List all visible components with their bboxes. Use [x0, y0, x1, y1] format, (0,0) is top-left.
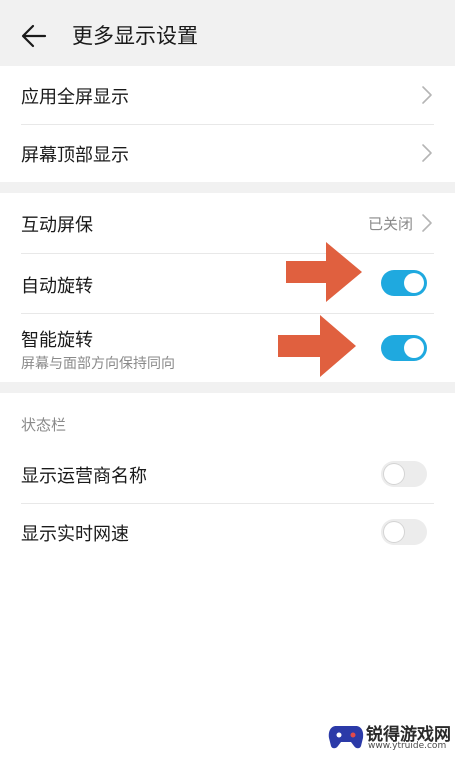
gamepad-logo-icon: [328, 726, 364, 749]
row-label: 显示运营商名称: [21, 466, 147, 487]
network-speed-toggle[interactable]: [381, 519, 427, 545]
row-label: 互动屏保: [21, 215, 93, 236]
row-app-fullscreen[interactable]: 应用全屏显示: [0, 66, 455, 124]
toggle-knob: [384, 464, 404, 484]
screensaver-status-value: 已关闭: [367, 215, 413, 233]
card-status-bar-group: 状态栏 显示运营商名称 显示实时网速: [0, 393, 455, 757]
page-title: 更多显示设置: [72, 24, 198, 48]
back-arrow-icon: [21, 24, 47, 48]
annotation-arrow-icon: [286, 242, 362, 302]
section-label-status-bar: 状态栏: [21, 416, 67, 434]
toggle-knob: [384, 522, 404, 542]
row-interactive-screensaver[interactable]: 互动屏保 已关闭: [0, 193, 455, 253]
chevron-right-icon: [422, 144, 432, 162]
row-label: 自动旋转: [21, 276, 93, 297]
row-label: 显示实时网速: [21, 524, 129, 545]
row-label: 智能旋转: [21, 330, 93, 351]
row-auto-rotate: 自动旋转: [0, 253, 455, 313]
row-label: 应用全屏显示: [21, 87, 129, 108]
toggle-knob: [404, 338, 424, 358]
chevron-right-icon: [422, 214, 432, 232]
row-smart-rotate: 智能旋转 屏幕与面部方向保持同向: [0, 313, 455, 382]
watermark-url: www.ytruide.com: [368, 741, 447, 751]
chevron-right-icon: [422, 86, 432, 104]
card-rotation-group: 互动屏保 已关闭 自动旋转 智能旋转 屏幕与面部方向保持同向: [0, 193, 455, 382]
carrier-name-toggle[interactable]: [381, 461, 427, 487]
back-button[interactable]: [18, 20, 50, 52]
row-label: 屏幕顶部显示: [21, 145, 129, 166]
row-screen-top-display[interactable]: 屏幕顶部显示: [0, 124, 455, 182]
smart-rotate-toggle[interactable]: [381, 335, 427, 361]
row-sublabel: 屏幕与面部方向保持同向: [21, 356, 175, 372]
annotation-arrow-icon: [278, 315, 356, 377]
site-watermark: 锐得游戏网 www.ytruide.com: [328, 720, 452, 754]
auto-rotate-toggle[interactable]: [381, 270, 427, 296]
row-show-network-speed: 显示实时网速: [0, 503, 455, 561]
title-bar: 更多显示设置: [0, 0, 455, 66]
toggle-knob: [404, 273, 424, 293]
row-show-carrier-name: 显示运营商名称: [0, 445, 455, 503]
card-fullscreen-group: 应用全屏显示 屏幕顶部显示: [0, 66, 455, 182]
